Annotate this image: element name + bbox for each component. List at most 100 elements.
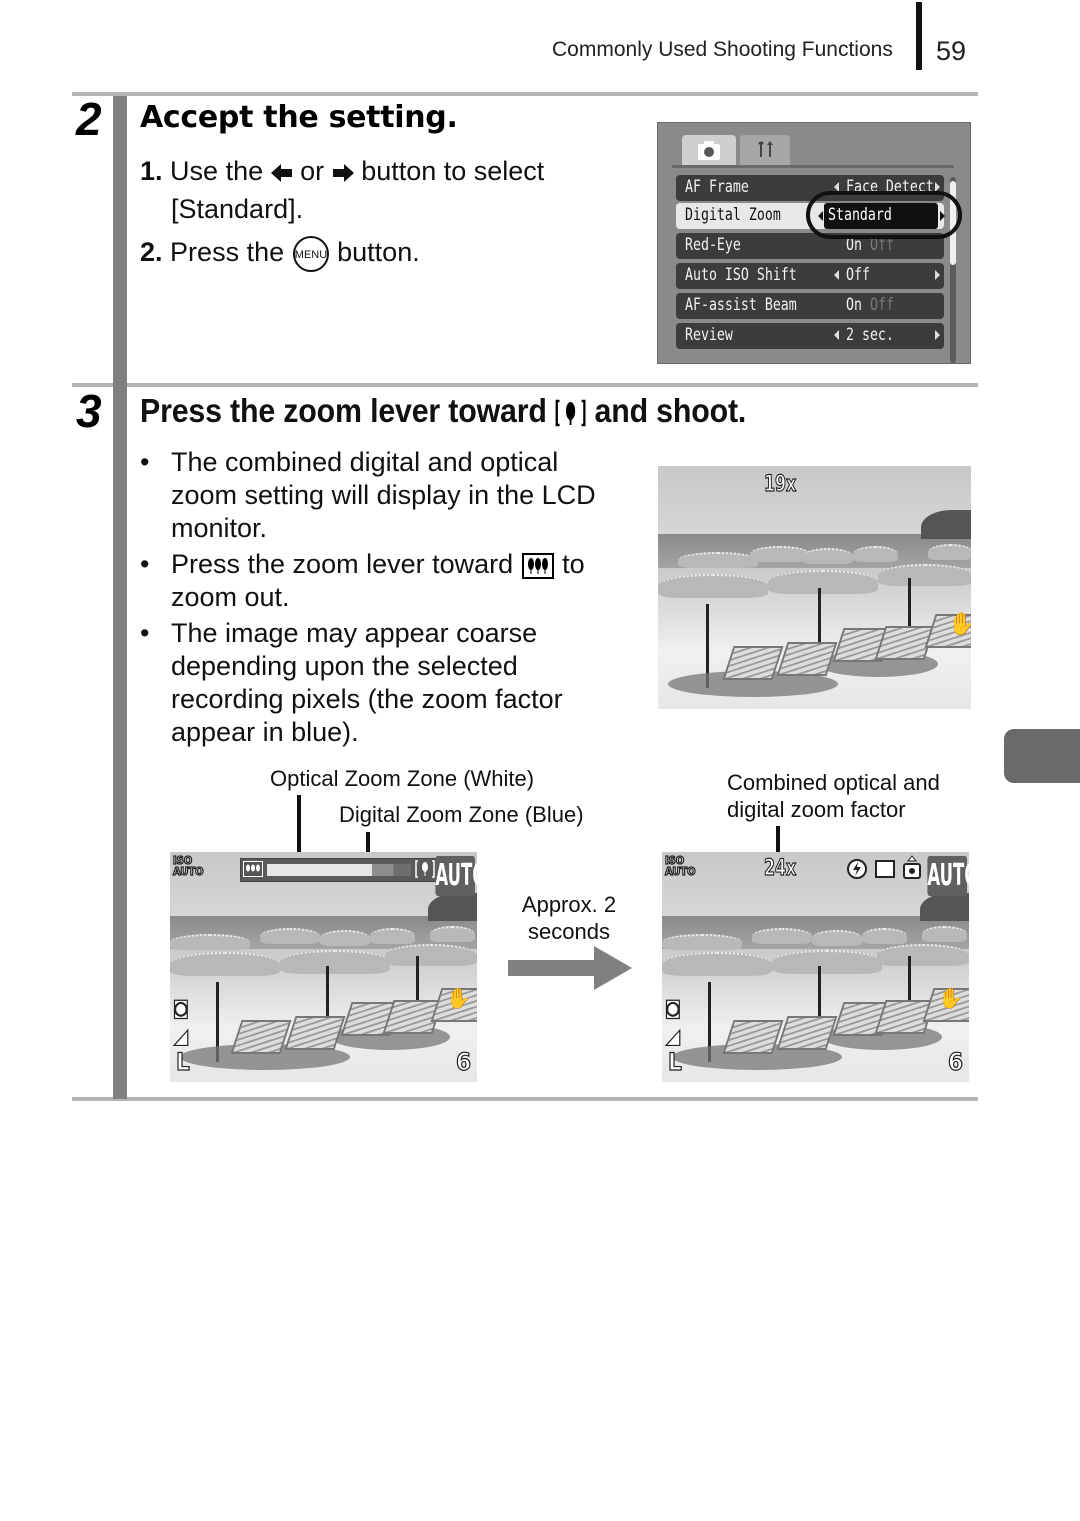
bullet-line: zoom out. [171,582,290,612]
telephoto-icon [555,400,586,427]
umbrella [752,928,812,944]
flash-off-icon [847,859,867,879]
menu-row-auto-iso-shift[interactable]: Auto ISO Shift Off [676,263,944,289]
umbrella [877,944,969,966]
transition-arrow-shaft [508,960,596,976]
right-arrow-button-icon [332,163,354,182]
bullet-3: The image may appear coarse depending up… [171,617,563,749]
transition-label: Approx. 2 seconds [508,891,630,945]
iso-auto-icon: ISO AUTO [172,854,204,878]
bullet-1: The combined digital and optical zoom se… [171,446,596,545]
menu-row-label: Review [685,325,733,345]
instruction-text: Press the [170,237,285,268]
umbrella [812,930,862,946]
metering-icon: ◙ [664,997,681,1019]
umbrella [430,926,475,942]
option-off: Off [869,295,894,315]
shots-remaining: 6 [455,1047,471,1076]
instruction-2: 2. Press the MENU button. [140,235,420,273]
menu-row-af-assist-beam[interactable]: AF-assist Beam On Off [676,293,944,319]
iso-mode-text: AUTO [664,865,696,878]
bullet-line: Press the zoom lever toward to [171,548,585,581]
instruction-1-line2: [Standard]. [171,194,304,224]
umbrella [662,934,742,950]
menu-row-label: Red-Eye [685,235,741,255]
step2-title: Accept the setting. [140,100,458,135]
umbrella [928,544,971,560]
instruction-text: Use the [170,156,264,186]
instruction-1: 1. Use the or button to select [140,155,544,188]
digital-zoom-zone [372,864,411,876]
umbrella [320,930,370,946]
lcd-combined-zoom-screen: ISO AUTO 24x AUTO ◙ ◢ L 6 ✋ [662,852,969,1082]
bullet-line: appear in blue). [171,717,359,747]
umbrella [768,570,878,594]
instruction-number: 1. [140,156,163,186]
step3-title: Press the zoom lever toward and shoot. [140,392,746,430]
step-number-2: 2 [76,93,102,145]
headland [427,893,477,921]
combined-zoom-label: Combined optical and digital zoom factor [727,769,940,823]
camera-tab [682,135,736,165]
menu-row-label: AF Frame [685,177,749,197]
bullet-dot: • [140,618,150,648]
metering-icon: ◙ [172,997,189,1019]
bottom-rule [72,1097,978,1101]
umbrella [170,952,280,976]
step-side-bar [113,96,127,1099]
option-on: On [846,295,862,315]
menu-row-review[interactable]: Review 2 sec. [676,323,944,349]
combined-zoom-factor: 24x [764,855,797,881]
step3-title-text: Press the zoom lever toward [140,392,547,429]
headland [919,893,969,921]
umbrella [853,546,898,562]
step2-top-rule [72,92,978,96]
umbrella [878,564,971,586]
chapter-thumb-tab[interactable] [1004,729,1080,783]
transition-arrow-icon [594,946,632,990]
wide-angle-icon [521,552,554,579]
zoom-factor-readout: 19x [764,471,797,497]
zoom-bar [240,858,438,882]
camera-tab-icon [698,141,720,160]
label-line: seconds [528,919,610,944]
umbrella [658,574,768,598]
digital-zone-label: Digital Zoom Zone (Blue) [339,802,584,827]
right-triangle-icon [935,330,940,340]
instruction-text: button to select [361,156,545,186]
umbrella [260,928,320,944]
menu-row-label: AF-assist Beam [685,295,797,315]
umbrella [922,926,967,942]
umbrella [662,952,772,976]
left-triangle-icon [834,270,839,280]
bullet-line: depending upon the selected [171,651,518,681]
menu-button-icon: MENU [292,236,329,272]
umbrella [750,546,810,562]
bullet-dot: • [140,447,150,477]
label-line: digital zoom factor [727,797,906,822]
bullet-line: recording pixels (the zoom factor [171,684,563,714]
label-line: Combined optical and [727,770,940,795]
umbrella [170,934,250,950]
image-stabilizer-icon: ✋ [947,611,971,637]
bullet-text: to [562,549,585,579]
lcd-zoom-bar-screen: ISO AUTO AUTO ◙ ◢ L 6 ✋ [170,852,477,1082]
bullet-line: The image may appear coarse [171,618,538,648]
camera-menu-screen: AF Frame Face Detect Digital Zoom Standa… [657,122,971,364]
telephoto-icon [415,860,435,878]
left-triangle-icon [834,330,839,340]
optical-zone-label: Optical Zoom Zone (White) [270,766,535,791]
shots-remaining: 6 [947,1047,963,1076]
step3-title-text: and shoot. [594,392,747,429]
umbrella [280,950,390,974]
menu-row-value: 2 sec. [846,325,894,345]
menu-row-value: On Off [846,295,894,315]
iso-auto-icon: ISO AUTO [664,854,696,878]
iso-mode-text: AUTO [172,865,204,878]
umbrella [370,928,415,944]
menu-button-icon-text: MENU [294,249,326,261]
zoom-bar-track [267,864,411,876]
menu-row-value: Off [846,265,870,285]
highlight-circle [806,191,962,239]
bullet-line: zoom setting will display in the LCD [171,480,596,510]
